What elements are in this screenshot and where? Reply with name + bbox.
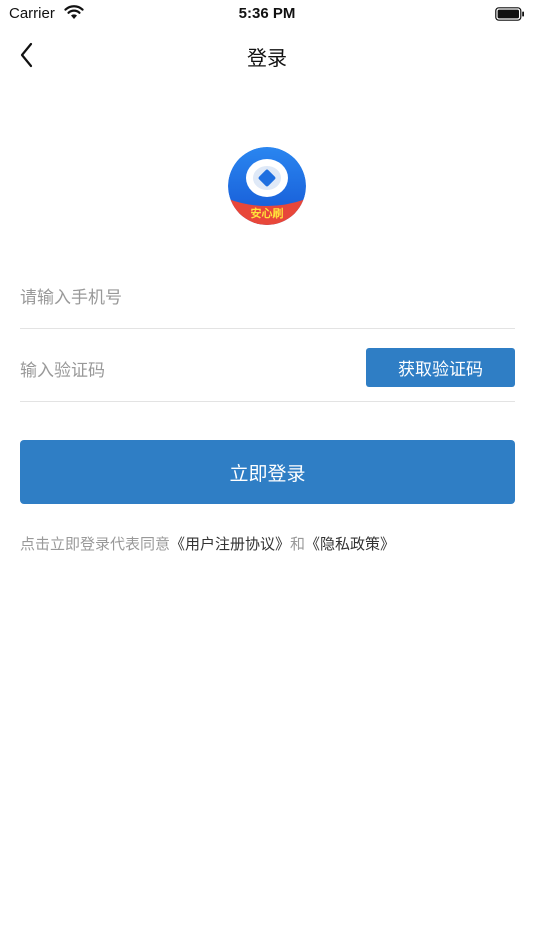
terms-link[interactable]: 《用户注册协议》 — [170, 535, 290, 553]
status-bar: Carrier 5:36 PM — [0, 0, 534, 30]
agreement-text: 点击立即登录代表同意《用户注册协议》和《隐私政策》 — [20, 533, 395, 554]
phone-field — [20, 268, 515, 329]
status-time: 5:36 PM — [238, 5, 296, 22]
app-logo-graphic: 安心刷 — [228, 147, 306, 225]
agreement-conjunction: 和 — [290, 535, 306, 553]
phone-input[interactable] — [20, 268, 340, 328]
agreement-prefix: 点击立即登录代表同意 — [20, 535, 171, 553]
battery-icon — [495, 7, 524, 21]
app-logo: 安心刷 — [228, 147, 306, 225]
privacy-link[interactable]: 《隐私政策》 — [305, 535, 395, 553]
get-code-button[interactable]: 获取验证码 — [366, 348, 515, 387]
verification-code-input[interactable] — [20, 340, 340, 401]
page-title: 登录 — [247, 46, 287, 70]
logo-text: 安心刷 — [251, 206, 284, 220]
navigation-bar: 登录 — [0, 30, 534, 80]
login-button[interactable]: 立即登录 — [20, 440, 515, 504]
code-field: 获取验证码 — [20, 340, 515, 402]
